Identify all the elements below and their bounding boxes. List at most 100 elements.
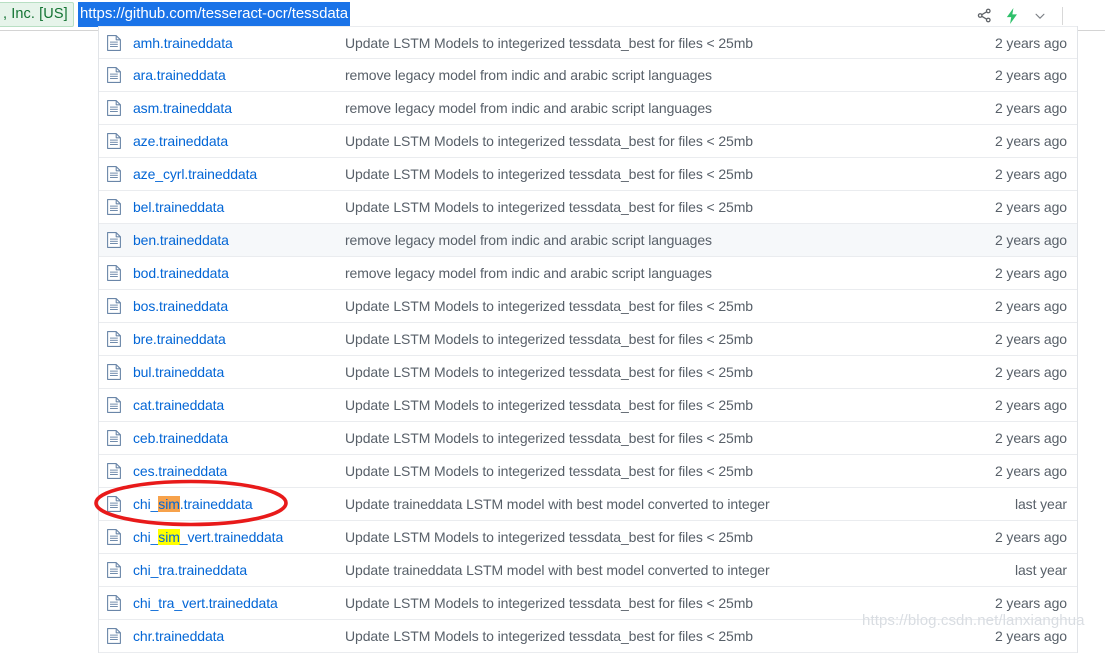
file-name-part: chi_ [133,529,159,545]
table-row[interactable]: bos.traineddata Update LSTM Models to int… [99,290,1077,323]
commit-message[interactable]: Update LSTM Models to integerized tessda… [345,331,937,347]
commit-message[interactable]: remove legacy model from indic and arabi… [345,67,937,83]
commit-message[interactable]: Update LSTM Models to integerized tessda… [345,595,937,611]
commit-message[interactable]: Update LSTM Models to integerized tessda… [345,166,937,182]
commit-time: 2 years ago [994,199,1067,215]
file-name-text: asm.traineddata [133,100,232,116]
file-icon [107,562,133,578]
table-row[interactable]: ara.traineddata remove legacy model from … [99,59,1077,92]
file-name-link[interactable]: chi_sim.traineddata [133,496,345,512]
commit-message[interactable]: Update LSTM Models to integerized tessda… [345,199,937,215]
table-row[interactable]: bod.traineddata remove legacy model from … [99,257,1077,290]
file-name-link[interactable]: chr.traineddata [133,628,345,644]
commit-message[interactable]: Update traineddata LSTM model with best … [345,562,937,578]
toolbar-right-spacer [1075,15,1105,16]
file-name-link[interactable]: ben.traineddata [133,232,345,248]
file-name-text: bul.traineddata [133,364,225,380]
file-name-text: aze_cyrl.traineddata [133,166,258,182]
file-name-link[interactable]: chi_sim_vert.traineddata [133,529,345,545]
file-name-link[interactable]: bre.traineddata [133,331,345,347]
commit-message[interactable]: Update LSTM Models to integerized tessda… [345,430,937,446]
commit-message[interactable]: Update traineddata LSTM model with best … [345,496,937,512]
commit-message[interactable]: remove legacy model from indic and arabi… [345,232,937,248]
file-name-link[interactable]: amh.traineddata [133,35,345,51]
file-name-text: chr.traineddata [133,628,225,644]
commit-message[interactable]: Update LSTM Models to integerized tessda… [345,298,937,314]
file-name-link[interactable]: aze_cyrl.traineddata [133,166,345,182]
commit-message[interactable]: Update LSTM Models to integerized tessda… [345,133,937,149]
table-row[interactable]: bul.traineddata Update LSTM Models to int… [99,356,1077,389]
commit-message[interactable]: Update LSTM Models to integerized tessda… [345,397,937,413]
file-name-link[interactable]: cat.traineddata [133,397,345,413]
commit-message[interactable]: Update LSTM Models to integerized tessda… [345,628,937,644]
file-icon [107,628,133,644]
file-name-link[interactable]: bod.traineddata [133,265,345,281]
table-row[interactable]: chi_sim_vert.traineddata Update LSTM Mode… [99,521,1077,554]
commit-time: 2 years ago [994,34,1067,51]
file-name-text: ben.traineddata [133,232,229,248]
commit-time: 2 years ago [994,397,1067,413]
file-name-part: _vert.traineddata [179,529,284,545]
file-name-text: bre.traineddata [133,331,226,347]
file-icon [107,166,133,182]
file-name-text: cat.traineddata [133,397,225,413]
watermark-text: https://blog.csdn.net/lanxianghua [862,612,1085,629]
file-icon [107,133,133,149]
file-name-link[interactable]: aze.traineddata [133,133,345,149]
commit-time: 2 years ago [994,67,1067,83]
table-row[interactable]: asm.traineddata remove legacy model from … [99,92,1077,125]
table-row[interactable]: amh.traineddata Update LSTM Models to int… [99,26,1077,59]
commit-message[interactable]: remove legacy model from indic and arabi… [345,265,937,281]
file-name-link[interactable]: ceb.traineddata [133,430,345,446]
file-icon [107,100,133,116]
file-name-link[interactable]: bel.traineddata [133,199,345,215]
search-highlight-orange: sim [158,496,180,512]
file-icon [107,331,133,347]
commit-message[interactable]: remove legacy model from indic and arabi… [345,100,937,116]
file-icon [107,595,133,611]
certificate-badge[interactable]: , Inc. [US] [0,2,74,27]
file-name-link[interactable]: chi_tra.traineddata [133,562,345,578]
table-row[interactable]: cat.traineddata Update LSTM Models to int… [99,389,1077,422]
url-text-selected[interactable]: https://github.com/tesseract-ocr/tessdat… [78,2,351,27]
search-highlight-yellow: sim [158,529,180,545]
commit-time: 2 years ago [994,166,1067,182]
commit-time: 2 years ago [994,265,1067,281]
commit-time: 2 years ago [994,232,1067,248]
file-icon [107,496,133,512]
commit-time: 2 years ago [994,595,1067,611]
table-row[interactable]: bre.traineddata Update LSTM Models to int… [99,323,1077,356]
file-name-part: .traineddata [179,496,253,512]
file-name-link[interactable]: bul.traineddata [133,364,345,380]
table-row[interactable]: ces.traineddata Update LSTM Models to int… [99,455,1077,488]
file-name-text: amh.traineddata [133,34,233,51]
commit-time: 2 years ago [994,430,1067,446]
table-row[interactable]: chi_sim.traineddata Update traineddata LS… [99,488,1077,521]
file-icon [107,463,133,479]
commit-time: 2 years ago [994,133,1067,149]
table-row[interactable]: ben.traineddata remove legacy model from … [99,224,1077,257]
commit-message[interactable]: Update LSTM Models to integerized tessda… [345,364,937,380]
table-row[interactable]: chi_tra.traineddata Update traineddata LS… [99,554,1077,587]
table-row[interactable]: bel.traineddata Update LSTM Models to int… [99,191,1077,224]
repository-file-table: amh.traineddata Update LSTM Models to int… [98,26,1078,653]
table-row[interactable]: aze.traineddata Update LSTM Models to int… [99,125,1077,158]
file-name-link[interactable]: asm.traineddata [133,100,345,116]
file-icon [107,232,133,248]
file-name-link[interactable]: bos.traineddata [133,298,345,314]
file-icon [107,430,133,446]
commit-message[interactable]: Update LSTM Models to integerized tessda… [345,529,937,545]
table-row[interactable]: ceb.traineddata Update LSTM Models to int… [99,422,1077,455]
commit-message[interactable]: Update LSTM Models to integerized tessda… [345,463,937,479]
file-name-link[interactable]: ces.traineddata [133,463,345,479]
commit-time: last year [1014,562,1067,578]
commit-time: 2 years ago [994,463,1067,479]
table-row[interactable]: aze_cyrl.traineddata Update LSTM Models t… [99,158,1077,191]
file-icon [107,298,133,314]
file-name-text: ces.traineddata [133,463,228,479]
file-icon [107,265,133,281]
toolbar-divider [1062,6,1063,25]
file-name-link[interactable]: chi_tra_vert.traineddata [133,595,345,611]
file-name-link[interactable]: ara.traineddata [133,67,345,83]
commit-message[interactable]: Update LSTM Models to integerized tessda… [345,35,937,51]
